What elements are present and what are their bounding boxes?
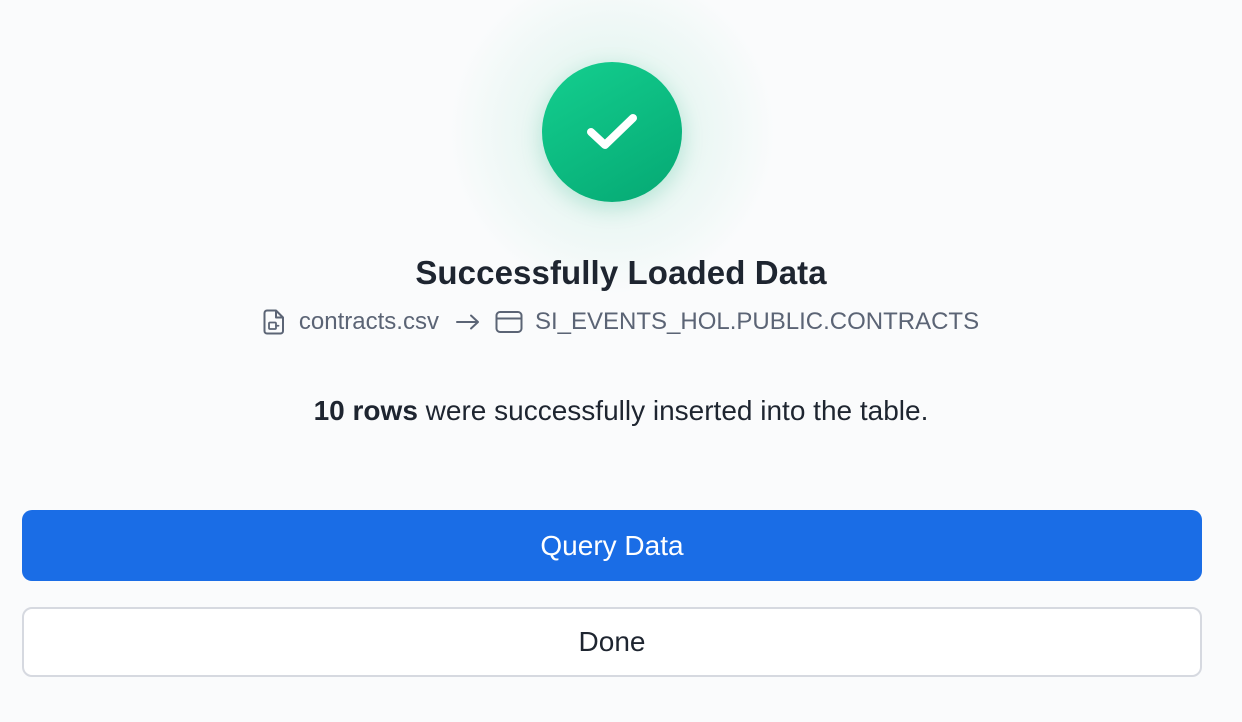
source-file-name: contracts.csv — [298, 308, 439, 335]
result-message: 10 rows were successfully inserted into … — [0, 395, 1242, 427]
target-table-name: SI_EVENTS_HOL.PUBLIC.CONTRACTS — [534, 308, 980, 335]
file-icon — [263, 309, 285, 335]
result-text: were successfully inserted into the tabl… — [417, 395, 929, 426]
table-icon — [495, 310, 523, 334]
row-count: 10 rows — [313, 395, 418, 426]
query-data-button[interactable]: Query Data — [22, 510, 1202, 581]
arrow-right-icon — [455, 313, 481, 331]
done-button[interactable]: Done — [22, 607, 1202, 677]
check-icon — [587, 114, 637, 149]
success-badge — [542, 62, 682, 202]
load-success-dialog: Successfully Loaded Data contracts.csv S… — [0, 0, 1242, 722]
load-path: contracts.csv SI_EVENTS_HOL.PUBLIC.CONTR… — [0, 308, 1242, 336]
dialog-title: Successfully Loaded Data — [415, 254, 827, 291]
